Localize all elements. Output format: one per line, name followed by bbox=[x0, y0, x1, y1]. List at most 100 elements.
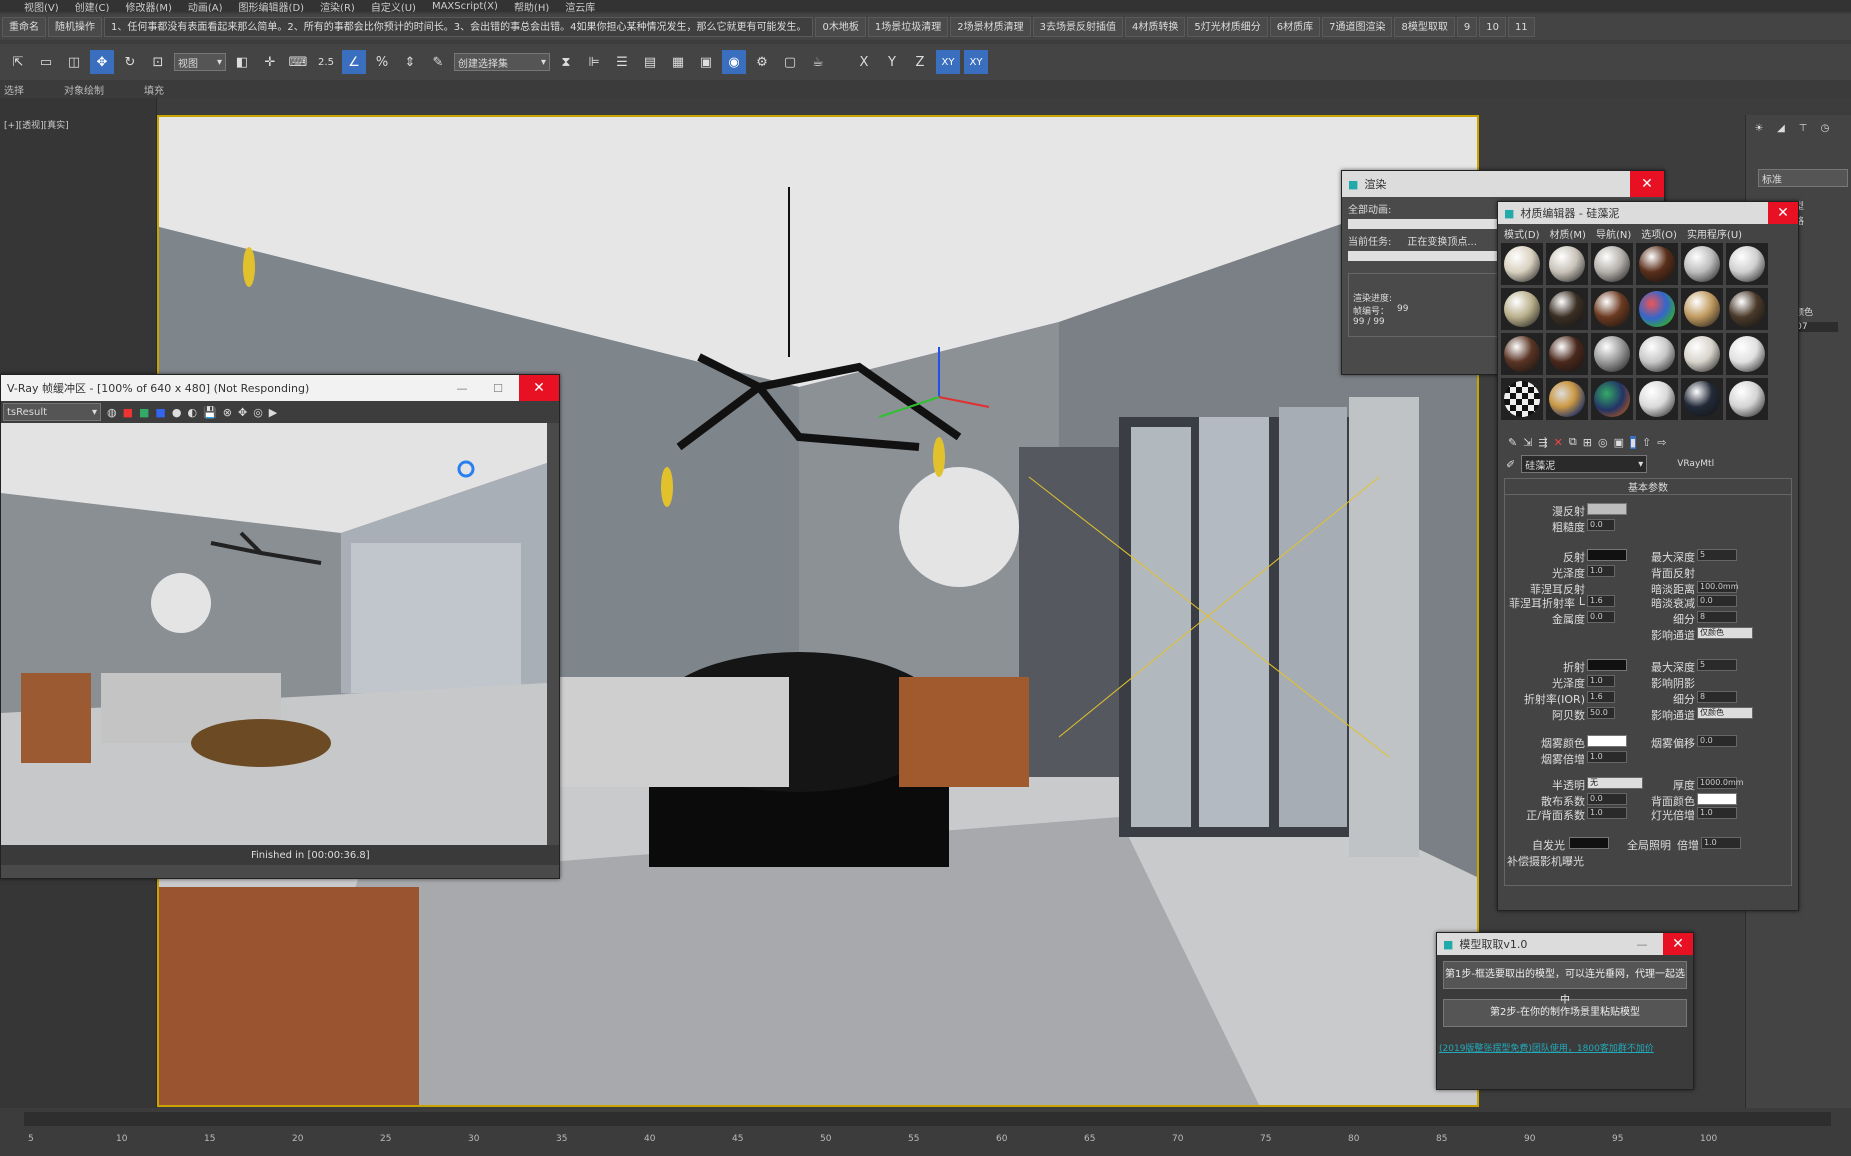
window-crossing-icon[interactable]: ◫ bbox=[62, 50, 86, 74]
back-reflect-label[interactable]: 背面反射 bbox=[1635, 565, 1695, 581]
fresnel-lock-label[interactable]: L bbox=[1575, 595, 1585, 608]
menu-item-9[interactable]: 渲云库 bbox=[565, 0, 595, 13]
eyedropper-icon[interactable]: ✐ bbox=[1506, 458, 1515, 471]
axis-xy[interactable]: XY bbox=[936, 50, 960, 74]
render-teapot-icon[interactable]: ☕ bbox=[806, 50, 830, 74]
go-sibling-icon[interactable]: ⇨ bbox=[1657, 436, 1666, 449]
script-button-8[interactable]: 8模型取取 bbox=[1394, 17, 1455, 37]
axis-y[interactable]: Y bbox=[880, 50, 904, 74]
fwd-back-value[interactable]: 1.0 bbox=[1587, 807, 1627, 819]
axis-x[interactable]: X bbox=[852, 50, 876, 74]
self-illum-swatch[interactable] bbox=[1569, 837, 1609, 849]
minimize-icon[interactable]: — bbox=[447, 382, 477, 395]
scatter-value[interactable]: 0.0 bbox=[1587, 793, 1627, 805]
rotate-icon[interactable]: ↻ bbox=[118, 50, 142, 74]
tab-object-paint[interactable]: 对象绘制 bbox=[64, 82, 104, 97]
affect-ch-dropdown[interactable]: 仅颜色 bbox=[1697, 627, 1753, 639]
fog-bias-value[interactable]: 0.0 bbox=[1697, 735, 1737, 747]
abbe-value[interactable]: 50.0 bbox=[1587, 707, 1615, 719]
render-icon[interactable]: ▶ bbox=[269, 406, 277, 419]
save-icon[interactable]: 💾 bbox=[203, 406, 217, 419]
scale-icon[interactable]: ⊡ bbox=[146, 50, 170, 74]
rect-select-icon[interactable]: ▭ bbox=[34, 50, 58, 74]
edit-named-sel-icon[interactable]: ✎ bbox=[426, 50, 450, 74]
close-icon[interactable]: ✕ bbox=[1663, 933, 1693, 955]
material-slot[interactable] bbox=[1501, 333, 1543, 375]
script-button-7[interactable]: 7通道图渲染 bbox=[1322, 17, 1393, 37]
dim-falloff-value[interactable]: 0.0 bbox=[1697, 595, 1737, 607]
menu-item-8[interactable]: 帮助(H) bbox=[514, 0, 549, 13]
material-slot[interactable] bbox=[1726, 288, 1768, 330]
refract-subdivs-value[interactable]: 8 bbox=[1697, 691, 1737, 703]
refract-gloss-value[interactable]: 1.0 bbox=[1587, 675, 1615, 687]
max-depth-value[interactable]: 5 bbox=[1697, 549, 1737, 561]
get-material-icon[interactable]: ✎ bbox=[1508, 436, 1517, 449]
material-slot[interactable] bbox=[1546, 288, 1588, 330]
make-unique-icon[interactable]: ⧉ bbox=[1569, 435, 1577, 449]
metalness-value[interactable]: 0.0 bbox=[1587, 611, 1615, 623]
material-slot[interactable] bbox=[1726, 378, 1768, 420]
material-slot[interactable] bbox=[1546, 333, 1588, 375]
hierarchy-tab-icon[interactable]: ⊤ bbox=[1794, 119, 1812, 137]
angle-snap-icon[interactable]: ∠ bbox=[342, 50, 366, 74]
keyboard-shortcut-icon[interactable]: ⌨ bbox=[286, 50, 310, 74]
mat-menu-item-1[interactable]: 材质(M) bbox=[1550, 226, 1586, 241]
script-button-5[interactable]: 5灯光材质细分 bbox=[1187, 17, 1268, 37]
menu-item-7[interactable]: MAXScript(X) bbox=[432, 1, 498, 12]
clear-icon[interactable]: ⊗ bbox=[223, 406, 232, 419]
material-slot[interactable] bbox=[1501, 243, 1543, 285]
fresnel-ior-value[interactable]: 1.6 bbox=[1587, 595, 1615, 607]
script-button-10[interactable]: 10 bbox=[1479, 17, 1506, 37]
menu-item-4[interactable]: 图形编辑器(D) bbox=[239, 0, 305, 13]
subdivs-value[interactable]: 8 bbox=[1697, 611, 1737, 623]
promo-link[interactable]: (2019版整张摆型免费)团队使用，1800客加群不加价 bbox=[1439, 1041, 1691, 1054]
material-slot[interactable] bbox=[1681, 243, 1723, 285]
menu-item-1[interactable]: 创建(C) bbox=[75, 0, 110, 13]
material-slot[interactable] bbox=[1591, 288, 1633, 330]
dim-dist-value[interactable]: 100.0mm bbox=[1697, 581, 1739, 593]
material-slot[interactable] bbox=[1546, 378, 1588, 420]
red-channel-icon[interactable]: ■ bbox=[123, 406, 133, 419]
reset-icon[interactable]: ✕ bbox=[1554, 436, 1563, 449]
align-icon[interactable]: ⊫ bbox=[582, 50, 606, 74]
snap-toggle-icon[interactable]: 2.5 bbox=[314, 50, 338, 74]
rendered-frame-icon[interactable]: ▢ bbox=[778, 50, 802, 74]
material-slot[interactable] bbox=[1636, 333, 1678, 375]
material-type-button[interactable]: VRayMtl bbox=[1677, 459, 1714, 469]
material-slot[interactable] bbox=[1501, 378, 1543, 420]
ior-value[interactable]: 1.6 bbox=[1587, 691, 1615, 703]
material-slot[interactable] bbox=[1681, 288, 1723, 330]
light-mult-value[interactable]: 1.0 bbox=[1697, 807, 1737, 819]
menu-item-5[interactable]: 渲染(R) bbox=[320, 0, 355, 13]
mat-menu-item-3[interactable]: 选项(O) bbox=[1641, 226, 1677, 241]
material-slot[interactable] bbox=[1636, 288, 1678, 330]
fog-color-swatch[interactable] bbox=[1587, 735, 1627, 747]
maximize-icon[interactable]: ☐ bbox=[483, 382, 513, 395]
menu-item-0[interactable]: 视图(V) bbox=[24, 0, 59, 13]
minimize-icon[interactable]: — bbox=[1627, 938, 1657, 951]
tab-populate[interactable]: 填充 bbox=[144, 82, 164, 97]
step2-button[interactable]: 第2步-在你的制作场景里粘贴模型 bbox=[1443, 999, 1687, 1027]
diffuse-swatch[interactable] bbox=[1587, 503, 1627, 515]
refract-affect-dropdown[interactable]: 仅颜色 bbox=[1697, 707, 1753, 719]
layer-icon[interactable]: ☰ bbox=[610, 50, 634, 74]
comp-cam-checkbox[interactable]: 补偿摄影机曝光 bbox=[1507, 853, 1617, 869]
mat-menu-item-2[interactable]: 导航(N) bbox=[1596, 226, 1631, 241]
material-slot[interactable] bbox=[1591, 243, 1633, 285]
select-icon[interactable]: ⇱ bbox=[6, 50, 30, 74]
schematic-icon[interactable]: ▣ bbox=[694, 50, 718, 74]
mono-icon[interactable]: ● bbox=[172, 406, 182, 419]
go-parent-icon[interactable]: ⇧ bbox=[1642, 436, 1651, 449]
abbe-label[interactable]: 阿贝数 bbox=[1525, 707, 1585, 723]
material-slot[interactable] bbox=[1636, 378, 1678, 420]
effects-channel-icon[interactable]: ◎ bbox=[1598, 436, 1608, 449]
move-icon[interactable]: ✥ bbox=[90, 50, 114, 74]
mirror-icon[interactable]: ⧗ bbox=[554, 50, 578, 74]
green-channel-icon[interactable]: ■ bbox=[139, 406, 149, 419]
view-select[interactable]: 视图 ▾ bbox=[174, 53, 226, 71]
viewport-label[interactable]: [+][透视][真实] bbox=[4, 118, 69, 131]
color-icon[interactable]: ◍ bbox=[107, 406, 117, 419]
basic-params-header[interactable]: 基本参数 bbox=[1505, 479, 1791, 495]
render-setup-icon[interactable]: ⚙ bbox=[750, 50, 774, 74]
gloss-value[interactable]: 1.0 bbox=[1587, 565, 1615, 577]
